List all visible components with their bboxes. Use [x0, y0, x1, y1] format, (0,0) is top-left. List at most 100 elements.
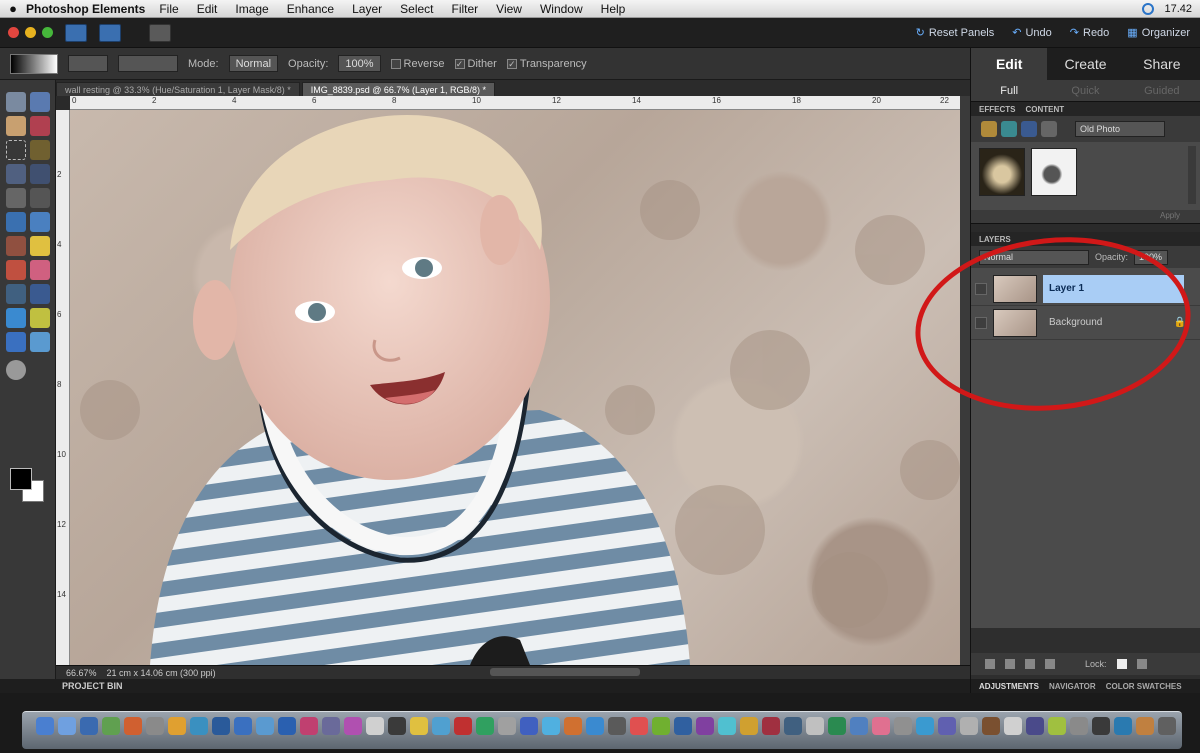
tab-share[interactable]: Share: [1124, 48, 1200, 80]
gradient-tool-icon[interactable]: [30, 284, 50, 304]
vertical-scrollbar[interactable]: [960, 96, 970, 665]
dock-app-icon[interactable]: [432, 717, 450, 735]
crop-tool-icon[interactable]: [30, 188, 50, 208]
dock-app-icon[interactable]: [124, 717, 142, 735]
dock-app-icon[interactable]: [102, 717, 120, 735]
zoom-level[interactable]: 66.67%: [66, 668, 97, 678]
undo-button[interactable]: ↶ Undo: [1012, 26, 1052, 40]
tab-content[interactable]: CONTENT: [1025, 105, 1064, 114]
dock-app-icon[interactable]: [1136, 717, 1154, 735]
zoom-window-button[interactable]: [42, 27, 53, 38]
dock-app-icon[interactable]: [190, 717, 208, 735]
menu-edit[interactable]: Edit: [197, 2, 218, 16]
dock-app-icon[interactable]: [894, 717, 912, 735]
layer-styles-icon[interactable]: [1001, 121, 1017, 137]
project-bin-tab[interactable]: PROJECT BIN: [0, 679, 970, 693]
tab-adjustments[interactable]: ADJUSTMENTS: [979, 682, 1039, 691]
sponge-tool-icon[interactable]: [6, 332, 26, 352]
dock-app-icon[interactable]: [36, 717, 54, 735]
dock-app-icon[interactable]: [586, 717, 604, 735]
menu-window[interactable]: Window: [540, 2, 583, 16]
menu-file[interactable]: File: [159, 2, 178, 16]
tab-full[interactable]: Full: [971, 80, 1047, 101]
eye-icon[interactable]: [975, 282, 987, 295]
tab-img-8839[interactable]: IMG_8839.psd @ 66.7% (Layer 1, RGB/8) *: [301, 82, 495, 96]
clock[interactable]: 17.42: [1164, 3, 1192, 15]
dock-app-icon[interactable]: [1158, 717, 1176, 735]
tab-color-swatches[interactable]: COLOR SWATCHES: [1106, 682, 1182, 691]
dock-app-icon[interactable]: [762, 717, 780, 735]
layer-row-layer-1[interactable]: Layer 1: [971, 272, 1200, 306]
paint-bucket-tool-icon[interactable]: [6, 284, 26, 304]
dock-app-icon[interactable]: [608, 717, 626, 735]
dock-app-icon[interactable]: [454, 717, 472, 735]
dock-app-icon[interactable]: [542, 717, 560, 735]
shape-tool-icon[interactable]: [6, 308, 26, 328]
dock-app-icon[interactable]: [674, 717, 692, 735]
dock-app-icon[interactable]: [696, 717, 714, 735]
dock-app-icon[interactable]: [1092, 717, 1110, 735]
menu-enhance[interactable]: Enhance: [287, 2, 334, 16]
dock-app-icon[interactable]: [1114, 717, 1132, 735]
dock-app-icon[interactable]: [476, 717, 494, 735]
smart-brush-tool-icon[interactable]: [30, 260, 50, 280]
effects-scrollbar[interactable]: [1188, 146, 1196, 204]
dock-app-icon[interactable]: [938, 717, 956, 735]
dock-app-icon[interactable]: [564, 717, 582, 735]
gradient-edit-button[interactable]: [68, 55, 108, 72]
tab-wall-resting[interactable]: wall resting @ 33.3% (Hue/Saturation 1, …: [56, 82, 300, 96]
menu-help[interactable]: Help: [601, 2, 626, 16]
color-swatches[interactable]: [10, 468, 44, 502]
spotlight-icon[interactable]: [1142, 2, 1155, 15]
marquee-tool-icon[interactable]: [6, 140, 26, 160]
dock-app-icon[interactable]: [652, 717, 670, 735]
close-window-button[interactable]: [8, 27, 19, 38]
dock-app-icon[interactable]: [872, 717, 890, 735]
dock-app-icon[interactable]: [982, 717, 1000, 735]
dock-app-icon[interactable]: [58, 717, 76, 735]
reverse-checkbox[interactable]: Reverse: [390, 58, 445, 70]
clone-stamp-tool-icon[interactable]: [6, 236, 26, 256]
redo-button[interactable]: ↷ Redo: [1070, 26, 1110, 40]
organizer-button[interactable]: ▦ Organizer: [1127, 26, 1190, 40]
all-effects-icon[interactable]: [1041, 121, 1057, 137]
effects-category-select[interactable]: Old Photo: [1075, 121, 1165, 137]
effect-thumbnail[interactable]: [1031, 148, 1077, 196]
move-tool-icon[interactable]: [6, 92, 26, 112]
apply-button[interactable]: Apply: [1160, 211, 1180, 220]
dock-app-icon[interactable]: [498, 717, 516, 735]
blur-tool-icon[interactable]: [30, 308, 50, 328]
app-menu[interactable]: Photoshop Elements: [26, 2, 145, 16]
menu-layer[interactable]: Layer: [352, 2, 382, 16]
menu-select[interactable]: Select: [400, 2, 433, 16]
brush-tool-icon[interactable]: [6, 260, 26, 280]
delete-layer-icon[interactable]: [1045, 659, 1055, 669]
quick-selection-tool-icon[interactable]: [30, 164, 50, 184]
reset-panels-button[interactable]: ↻ Reset Panels: [916, 26, 995, 40]
dock-app-icon[interactable]: [630, 717, 648, 735]
dock-app-icon[interactable]: [300, 717, 318, 735]
dock-app-icon[interactable]: [1004, 717, 1022, 735]
opacity-input[interactable]: 100%: [338, 55, 381, 72]
dock-app-icon[interactable]: [740, 717, 758, 735]
dock-app-icon[interactable]: [388, 717, 406, 735]
dock-app-icon[interactable]: [828, 717, 846, 735]
dock-app-icon[interactable]: [168, 717, 186, 735]
sharpen-tool-icon[interactable]: [30, 332, 50, 352]
lock-all-icon[interactable]: [1136, 659, 1147, 669]
quick-view-button[interactable]: [65, 23, 87, 42]
tab-navigator[interactable]: NAVIGATOR: [1049, 682, 1096, 691]
mode-select[interactable]: Normal: [228, 55, 279, 72]
dock-app-icon[interactable]: [1070, 717, 1088, 735]
healing-brush-tool-icon[interactable]: [30, 212, 50, 232]
apple-menu-icon[interactable]: ●: [0, 1, 26, 16]
dock-app-icon[interactable]: [366, 717, 384, 735]
horizontal-scrollbar[interactable]: [490, 668, 640, 676]
effect-thumbnail[interactable]: [979, 148, 1025, 196]
tab-effects[interactable]: EFFECTS: [979, 105, 1015, 114]
menu-filter[interactable]: Filter: [452, 2, 479, 16]
image-canvas[interactable]: [70, 110, 960, 665]
arrange-button[interactable]: [99, 23, 121, 42]
eraser-tool-icon[interactable]: [30, 236, 50, 256]
lock-transparent-icon[interactable]: [1116, 659, 1127, 669]
